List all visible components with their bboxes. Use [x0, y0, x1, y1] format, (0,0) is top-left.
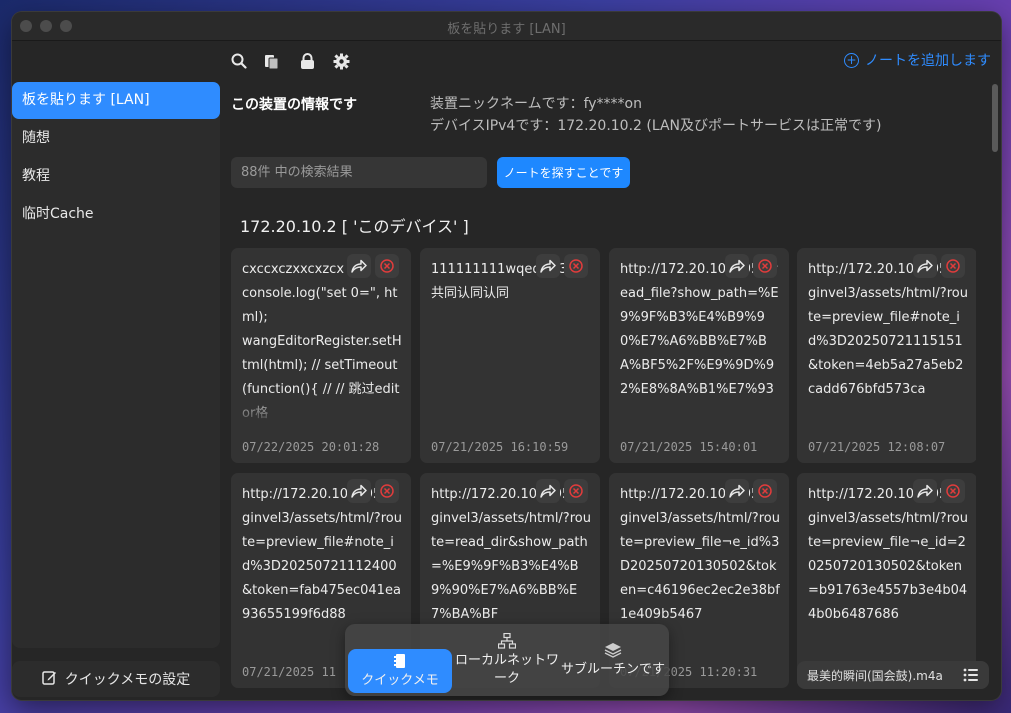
note-date: 07/21/2025 16:10:59: [431, 440, 569, 454]
tab-label: サブルーチンです: [561, 662, 666, 677]
edit-icon: [42, 670, 57, 689]
bottom-tab-bar: クイックメモ ローカルネットワーク サブルーチンです: [345, 624, 669, 696]
device-section-header: 172.20.10.2 [ 'このデバイス' ]: [240, 217, 469, 236]
sidebar: 板を貼ります [LAN] 随想 教程 临时Cache: [12, 82, 220, 648]
delete-icon[interactable]: [753, 479, 777, 503]
note-card[interactable]: http://172.20.10.2:950/read_file?show_pa…: [609, 248, 789, 463]
gear-icon[interactable]: [332, 52, 350, 70]
delete-icon[interactable]: [564, 254, 588, 278]
delete-icon[interactable]: [941, 479, 965, 503]
share-icon[interactable]: [913, 254, 937, 278]
search-notes-button[interactable]: ノートを探すことです: [497, 157, 630, 188]
delete-icon[interactable]: [941, 254, 965, 278]
add-note-button[interactable]: + ノートを追加します: [844, 50, 991, 70]
note-date: 07/21/2025 11: [242, 665, 336, 679]
sidebar-item-tutorial[interactable]: 教程: [12, 158, 220, 195]
note-date: 07/21/2025 12:08:07: [808, 440, 946, 454]
delete-icon[interactable]: [375, 479, 399, 503]
share-icon[interactable]: [347, 479, 371, 503]
note-card[interactable]: cxccxczxxcxzcx console.log("set 0=", htm…: [231, 248, 411, 463]
sidebar-item-lan-board[interactable]: 板を貼ります [LAN]: [12, 82, 220, 119]
sidebar-item-temp-cache[interactable]: 临时Cache: [12, 196, 220, 233]
tab-label: ローカルネットワーク: [455, 653, 560, 686]
lock-icon[interactable]: [298, 52, 316, 70]
notes-icon: [393, 652, 407, 670]
delete-icon[interactable]: [375, 254, 399, 278]
tab-subroutine[interactable]: サブルーチンです: [561, 627, 665, 693]
share-icon[interactable]: [913, 479, 937, 503]
search-icon[interactable]: [230, 52, 248, 70]
tab-quick-memo[interactable]: クイックメモ: [348, 649, 452, 693]
delete-icon[interactable]: [564, 479, 588, 503]
share-icon[interactable]: [347, 254, 371, 278]
clipboard-icon[interactable]: [263, 52, 281, 70]
note-content: http://172.20.10.2:950/read_file?show_pa…: [620, 262, 779, 397]
note-card[interactable]: 111111111wqeqew3 共同认同认同 07/21/2025 16:10…: [420, 248, 600, 463]
plus-circle-icon: +: [844, 52, 859, 68]
share-icon[interactable]: [725, 479, 749, 503]
note-card[interactable]: http://172.20.10.2:950/ginvel3/assets/ht…: [797, 248, 976, 463]
device-nickname: 装置ニックネームです：fy****on: [430, 96, 642, 112]
window-title: 板を貼ります [LAN]: [447, 22, 566, 37]
share-icon[interactable]: [725, 254, 749, 278]
search-input[interactable]: [231, 157, 487, 188]
note-content: 111111111wqeqew3 共同认同认同: [431, 262, 568, 301]
note-date: 07/22/2025 20:01:28: [242, 440, 380, 454]
quick-memo-settings-button[interactable]: クイックメモの設定: [12, 661, 220, 697]
tab-label: クイックメモ: [361, 673, 439, 688]
app-window: 板を貼ります [LAN] + ノートを追加します 板を貼ります [LAN] 随想…: [12, 12, 1001, 700]
title-bar: 板を貼ります [LAN]: [12, 12, 1001, 41]
add-note-label: ノートを追加します: [865, 53, 991, 69]
note-content: http://172.20.10.2:950/ginvel3/assets/ht…: [808, 487, 968, 622]
settings-label: クイックメモの設定: [64, 672, 191, 688]
network-icon: [498, 632, 516, 650]
sidebar-item-essays[interactable]: 随想: [12, 120, 220, 157]
note-content: cxccxczxxcxzcx console.log("set 0=", htm…: [242, 262, 402, 421]
tab-local-network[interactable]: ローカルネットワーク: [455, 627, 559, 693]
audio-track-name: 最美的瞬间(国会鼓).m4a: [807, 668, 943, 683]
scrollbar[interactable]: [992, 84, 998, 152]
note-date: 07/21/2025 15:40:01: [620, 440, 758, 454]
delete-icon[interactable]: [753, 254, 777, 278]
layers-icon: [604, 641, 622, 659]
playlist-icon[interactable]: [963, 667, 979, 686]
note-card[interactable]: http://172.20.10.2:950/ginvel3/assets/ht…: [797, 473, 976, 688]
note-content: http://172.20.10.2:950/ginvel3/assets/ht…: [808, 262, 968, 397]
device-ip: デバイスIPv4です：172.20.10.2 (LAN及びポートサービスは正常で…: [430, 118, 882, 134]
device-info-title: この装置の情報です: [231, 97, 357, 113]
device-info: 装置ニックネームです：fy****on デバイスIPv4です：172.20.10…: [430, 93, 882, 137]
share-icon[interactable]: [536, 254, 560, 278]
share-icon[interactable]: [536, 479, 560, 503]
audio-player[interactable]: 最美的瞬间(国会鼓).m4a: [797, 661, 989, 689]
